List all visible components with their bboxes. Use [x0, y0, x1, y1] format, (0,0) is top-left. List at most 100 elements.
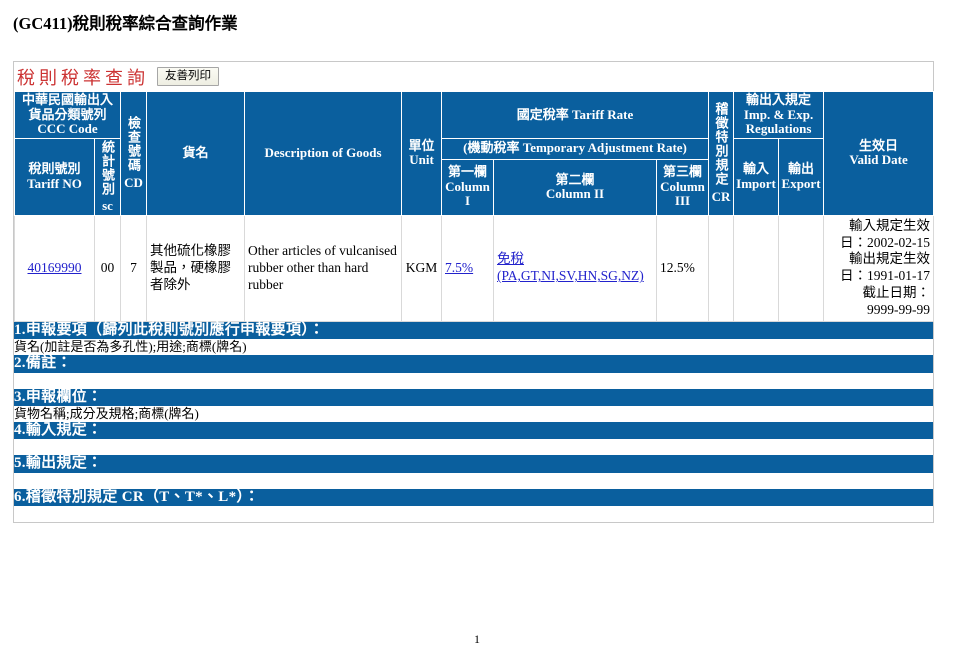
th-column-2-en: Column II — [545, 186, 605, 202]
report-caption-title: 稅則稅率查詢 — [17, 67, 149, 88]
th-column-1-en: Column — [445, 178, 490, 194]
note-body-6 — [14, 505, 933, 522]
th-tariff-no-zh: 稅則號別 — [28, 161, 81, 177]
th-column-3-en: Column — [660, 178, 705, 194]
th-export-reg: 輸出 Export — [778, 137, 825, 216]
page-title-code: (GC411) — [13, 14, 73, 33]
valid-date-line-3: 輸出規定生效 — [849, 251, 931, 267]
tariff-table-head: 中華民國輸出入貨品分類號列CCC Code 檢查號碼 CD 貨名 Descrip… — [14, 91, 935, 216]
th-statistic-sc-zh: 統計號別 — [100, 139, 115, 196]
th-statistic-sc: 統計號別 sc — [94, 137, 121, 216]
table-row: 40169990 00 7 其他硫化橡膠製品，硬橡膠者除外 Other arti… — [14, 214, 935, 322]
note-body-row — [14, 472, 933, 489]
th-ccc-code: 中華民國輸出入貨品分類號列CCC Code — [14, 91, 121, 139]
th-tariff-no-en: Tariff NO — [27, 175, 82, 191]
th-cr-special-latin: CR — [711, 188, 731, 204]
valid-date-line-2: 日：2002-02-15 — [840, 234, 931, 250]
cell-valid-date: 輸入規定生效 日：2002-02-15 輸出規定生效 日：1991-01-17 … — [823, 214, 935, 322]
th-temporary-adjustment-rate: (機動稅率 Temporary Adjustment Rate) — [440, 137, 710, 160]
th-cr-special: 稽徵特別規定 CR — [708, 91, 735, 216]
th-statistic-sc-latin: sc — [102, 198, 113, 214]
note-body-5 — [14, 472, 933, 489]
cell-column-2: 免稅 (PA,GT,NI,SV,HN,SG,NZ) — [493, 214, 657, 322]
note-heading-row: 2.備註： — [14, 355, 933, 373]
page-title: (GC411)稅則稅率綜合查詢作業 — [13, 10, 954, 34]
page-title-text: 稅則稅率綜合查詢作業 — [72, 14, 238, 33]
cell-tariff-no: 40169990 — [14, 214, 95, 322]
th-column-3-zh: 第三欄 — [663, 164, 703, 180]
th-description-of-goods: Description of Goods — [244, 91, 402, 216]
note-body-1: 貨名(加註是否為多孔性);用途;商標(牌名) — [14, 339, 933, 356]
note-body-row — [14, 439, 933, 456]
note-heading-5: 5.輸出規定： — [14, 455, 933, 473]
valid-date-line-1: 輸入規定生效 — [849, 217, 931, 233]
note-body-row: 貨名(加註是否為多孔性);用途;商標(牌名) — [14, 339, 933, 356]
th-cr-special-zh: 稽徵特別規定 — [713, 102, 729, 187]
notes-table-body: 1.申報要項（歸列此稅則號別應行申報要項）： 貨名(加註是否為多孔性);用途;商… — [14, 321, 933, 522]
column-1-rate-link[interactable]: 7.5% — [445, 260, 473, 275]
cell-unit: KGM — [401, 214, 442, 322]
friendly-print-button[interactable]: 友善列印 — [157, 66, 219, 87]
th-imp-exp-en2: Regulations — [745, 121, 812, 137]
th-unit-zh: 單位 — [408, 137, 435, 153]
note-heading-row: 3.申報欄位： — [14, 388, 933, 406]
th-column-2: 第二欄 Column II — [493, 158, 657, 216]
tariff-no-link[interactable]: 40169990 — [28, 260, 82, 275]
th-imp-exp-en1: Imp. & Exp. — [743, 106, 814, 122]
th-imp-exp-regulations: 輸出入規定 Imp. & Exp. Regulations — [733, 91, 825, 139]
th-valid-date-zh: 生效日 — [859, 137, 899, 153]
note-body-3: 貨物名稱;成分及規格;商標(牌名) — [14, 405, 933, 423]
cell-goods-name: 其他硫化橡膠製品，硬橡膠者除外 — [146, 214, 245, 322]
note-heading-4: 4.輸入規定： — [14, 422, 933, 440]
note-heading-3: 3.申報欄位： — [14, 388, 933, 406]
th-column-2-zh: 第二欄 — [555, 171, 595, 187]
th-tariff-no: 稅則號別 Tariff NO — [14, 137, 95, 216]
caption-bar: 稅則稅率查詢 友善列印 — [14, 62, 933, 91]
th-column-3: 第三欄 Column III — [655, 158, 710, 216]
cell-cd: 7 — [120, 214, 147, 322]
report-frame: 稅則稅率查詢 友善列印 中華民國輸出入貨品分類號列CCC Code 檢查號碼 C… — [13, 61, 935, 523]
cell-export-reg — [778, 214, 825, 322]
note-body-row — [14, 372, 933, 389]
note-heading-row: 1.申報要項（歸列此稅則號別應行申報要項）： — [14, 321, 933, 340]
note-heading-6: 6.稽徵特別規定 CR（T、T*、L*）： — [14, 488, 933, 506]
th-column-1: 第一欄 Column I — [441, 158, 494, 216]
valid-date-line-6: 9999-99-99 — [867, 302, 931, 318]
column-2-rate-link[interactable]: 免稅 (PA,GT,NI,SV,HN,SG,NZ) — [497, 251, 644, 283]
th-import-en: Import — [736, 175, 776, 191]
note-body-row — [14, 505, 933, 522]
tariff-table: 中華民國輸出入貨品分類號列CCC Code 檢查號碼 CD 貨名 Descrip… — [14, 91, 935, 322]
th-unit: 單位 Unit — [401, 91, 442, 216]
th-tariff-rate: 國定稅率 Tariff Rate — [440, 91, 710, 139]
note-heading-2: 2.備註： — [14, 355, 933, 373]
note-body-row: 貨物名稱;成分及規格;商標(牌名) — [14, 405, 933, 423]
th-goods-name: 貨名 — [146, 91, 245, 216]
cell-sc: 00 — [94, 214, 121, 322]
note-body-4 — [14, 439, 933, 456]
valid-date-line-5: 截止日期： — [862, 285, 931, 301]
note-heading-row: 5.輸出規定： — [14, 455, 933, 473]
cell-import-reg — [733, 214, 780, 322]
note-heading-row: 4.輸入規定： — [14, 422, 933, 440]
notes-table: 1.申報要項（歸列此稅則號別應行申報要項）： 貨名(加註是否為多孔性);用途;商… — [14, 321, 933, 522]
th-imp-exp-zh: 輸出入規定 — [746, 92, 812, 107]
page-number: 1 — [474, 632, 480, 646]
th-check-code-cd-zh: 檢查號碼 — [126, 116, 141, 173]
cell-cr — [708, 214, 735, 322]
column-2-rate-line2: (PA,GT,NI,SV,HN,SG,NZ) — [497, 268, 644, 284]
note-heading-row: 6.稽徵特別規定 CR（T、T*、L*）： — [14, 488, 933, 506]
tariff-table-body: 40169990 00 7 其他硫化橡膠製品，硬橡膠者除外 Other arti… — [14, 214, 935, 322]
th-unit-en: Unit — [409, 152, 434, 168]
note-body-2 — [14, 372, 933, 389]
th-check-code-cd: 檢查號碼 CD — [120, 91, 147, 216]
cell-column-3: 12.5% — [655, 214, 710, 322]
th-column-3-num: III — [674, 193, 691, 209]
cell-column-1: 7.5% — [441, 214, 494, 322]
header-row-1: 中華民國輸出入貨品分類號列CCC Code 檢查號碼 CD 貨名 Descrip… — [14, 91, 935, 216]
th-import-zh: 輸入 — [743, 161, 770, 177]
th-export-zh: 輸出 — [788, 161, 815, 177]
column-2-rate-line1: 免稅 — [497, 251, 524, 267]
th-check-code-cd-latin: CD — [124, 174, 143, 190]
th-column-1-num: I — [464, 193, 471, 209]
cell-description: Other articles of vulcanised rubber othe… — [244, 214, 402, 322]
